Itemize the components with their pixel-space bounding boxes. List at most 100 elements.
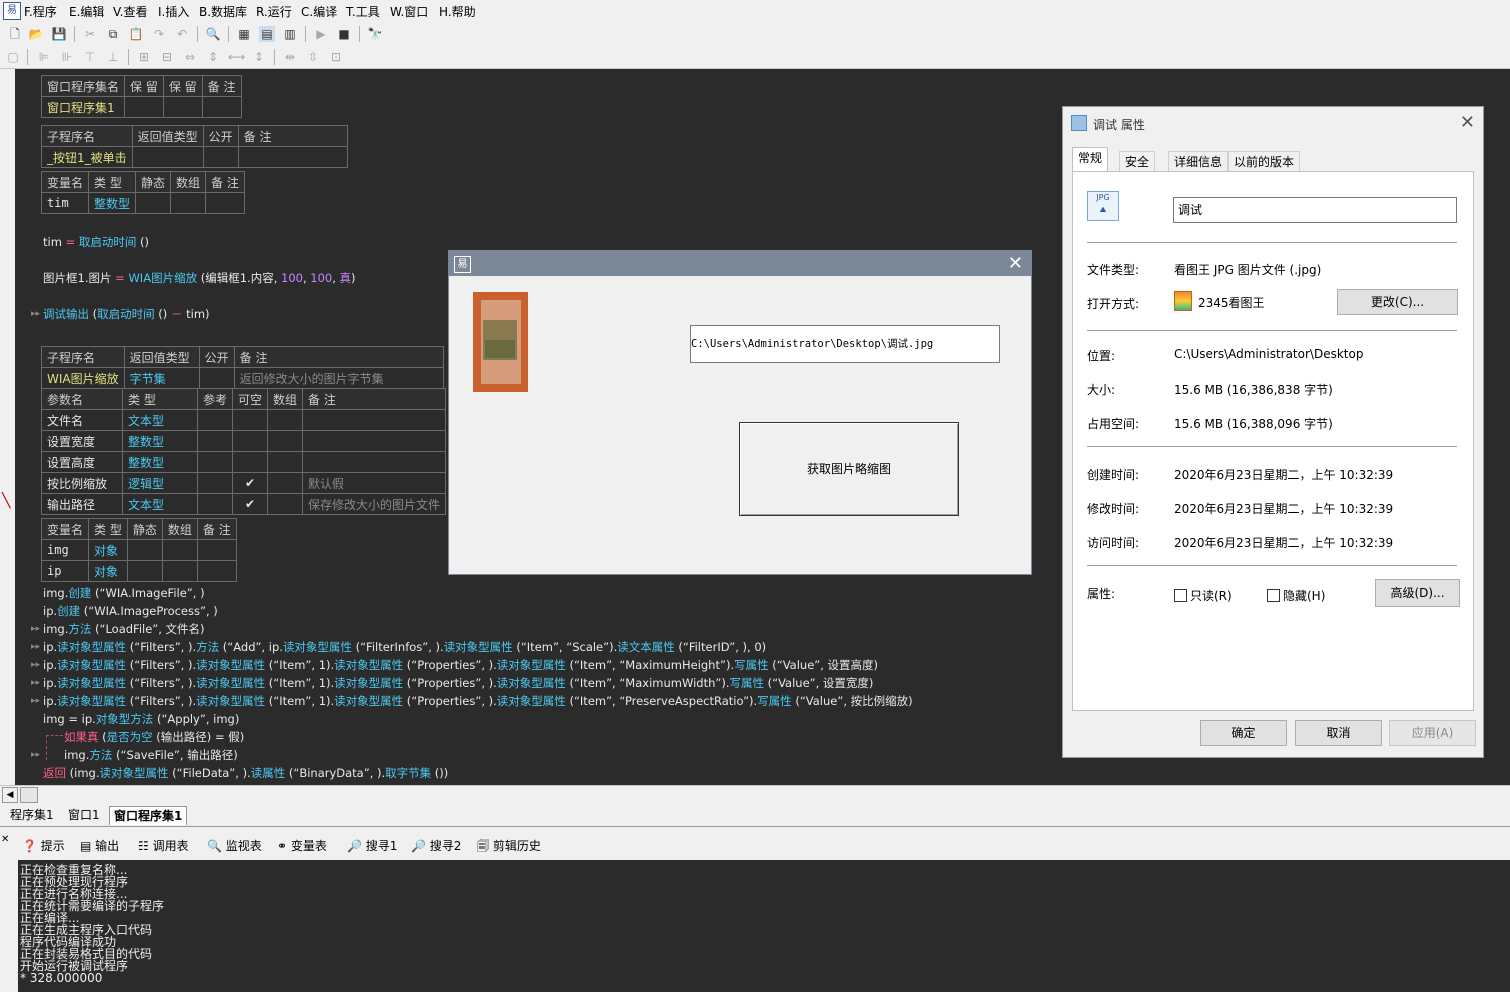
- save-icon[interactable]: 💾: [51, 26, 67, 42]
- menu-tools[interactable]: T.工具: [346, 3, 380, 20]
- sub-cell[interactable]: [237, 146, 348, 168]
- new-file-icon[interactable]: 🗋: [7, 26, 23, 42]
- var-cell[interactable]: [170, 192, 207, 214]
- center-h-icon[interactable]: ⊞: [136, 49, 152, 65]
- cancel-button[interactable]: 取消: [1295, 720, 1382, 746]
- layout-3-icon[interactable]: ▥: [282, 26, 298, 42]
- apply-button[interactable]: 应用(A): [1389, 720, 1476, 746]
- menu-insert[interactable]: I.插入: [158, 3, 189, 20]
- readonly-checkbox[interactable]: 只读(R): [1174, 587, 1232, 604]
- window-titlebar[interactable]: 易 ✕: [449, 251, 1031, 276]
- sub-cell[interactable]: [198, 367, 235, 389]
- var-name[interactable]: tim: [40, 192, 90, 214]
- code-line[interactable]: 如果真 (是否为空 (输出路径) = 假): [64, 729, 244, 745]
- fold-arrow-icon[interactable]: ▸▸: [31, 678, 40, 688]
- scroll-thumb[interactable]: [20, 787, 38, 803]
- code-line[interactable]: ip.读对象型属性 (“Filters”, ).方法 (“Add”, ip.读对…: [43, 639, 766, 655]
- code-line[interactable]: 调试输出 (取启动时间 () － tim): [43, 306, 210, 322]
- code-line[interactable]: ip.读对象型属性 (“Filters”, ).读对象型属性 (“Item”, …: [43, 657, 878, 673]
- code-line[interactable]: img.方法 (“SaveFile”, 输出路径): [64, 747, 238, 763]
- tab-call-stack[interactable]: ☷ 调用表: [138, 837, 189, 854]
- var-cell[interactable]: [135, 192, 172, 214]
- change-button[interactable]: 更改(C)...: [1337, 289, 1458, 315]
- var-cell[interactable]: [161, 560, 198, 582]
- tab-search2[interactable]: 🔎 搜寻2: [411, 837, 461, 854]
- param-cell[interactable]: [196, 472, 234, 494]
- menu-edit[interactable]: E.编辑: [69, 3, 104, 20]
- menu-compile[interactable]: C.编译: [301, 3, 337, 20]
- align-left-icon[interactable]: ⊫: [36, 49, 52, 65]
- cut-icon[interactable]: ✂: [82, 26, 98, 42]
- align-right-icon[interactable]: ⊪: [59, 49, 75, 65]
- fold-arrow-icon[interactable]: ▸▸: [31, 624, 40, 634]
- code-line[interactable]: img.方法 (“LoadFile”, 文件名): [43, 621, 205, 637]
- param-type[interactable]: 逻辑型: [122, 472, 198, 494]
- fold-arrow-icon[interactable]: ▸▸: [31, 750, 40, 760]
- param-type[interactable]: 整数型: [122, 430, 198, 452]
- param-cell[interactable]: [232, 451, 269, 473]
- space-h-icon[interactable]: ⟷: [228, 49, 245, 65]
- code-line[interactable]: tim = 取启动时间 (): [43, 234, 149, 250]
- breakpoint-marker-icon[interactable]: ╲: [2, 493, 10, 509]
- sub-name[interactable]: WIA图片缩放: [41, 367, 125, 389]
- tab-output[interactable]: ▤ 输出: [80, 837, 119, 854]
- menu-database[interactable]: B.数据库: [199, 3, 247, 20]
- open-folder-icon[interactable]: 📂: [28, 26, 44, 42]
- code-line[interactable]: ip.读对象型属性 (“Filters”, ).读对象型属性 (“Item”, …: [43, 675, 873, 691]
- tab-search1[interactable]: 🔎 搜寻1: [347, 837, 397, 854]
- same-height-icon[interactable]: ⇕: [205, 49, 221, 65]
- code-line[interactable]: img.创建 (“WIA.ImageFile”, ): [43, 585, 205, 601]
- panel-close-icon[interactable]: ✕: [1, 834, 9, 845]
- align-top-icon[interactable]: ⊤: [82, 49, 98, 65]
- align-bottom-icon[interactable]: ⊥: [105, 49, 121, 65]
- sub-cell[interactable]: [131, 146, 204, 168]
- tab-window-assembly1[interactable]: 窗口程序集1: [109, 806, 188, 825]
- param-cell[interactable]: [196, 493, 234, 515]
- var-cell[interactable]: [161, 539, 198, 561]
- center-v-icon[interactable]: ⊟: [159, 49, 175, 65]
- tab-window1[interactable]: 窗口1: [64, 806, 104, 824]
- var-cell[interactable]: [205, 192, 245, 214]
- menu-view[interactable]: V.查看: [113, 3, 147, 20]
- param-name[interactable]: 设置高度: [41, 451, 123, 473]
- nullable-check-icon[interactable]: ✔: [232, 493, 269, 515]
- tab-hint[interactable]: ❓ 提示: [22, 837, 65, 854]
- param-cell[interactable]: [267, 430, 304, 452]
- assembly-name[interactable]: 窗口程序集1: [40, 96, 126, 118]
- code-line[interactable]: 返回 (img.读对象型属性 (“FileData”, ).读属性 (“Bina…: [43, 765, 448, 781]
- nullable-check-icon[interactable]: ✔: [232, 472, 269, 494]
- advanced-button[interactable]: 高级(D)...: [1375, 579, 1460, 607]
- var-cell[interactable]: [196, 539, 237, 561]
- copy-icon[interactable]: ⧉: [105, 26, 121, 42]
- menu-window[interactable]: W.窗口: [390, 3, 428, 20]
- param-type[interactable]: 文本型: [122, 409, 198, 431]
- param-cell[interactable]: [267, 409, 304, 431]
- param-type[interactable]: 文本型: [122, 493, 198, 515]
- param-cell[interactable]: [196, 430, 234, 452]
- var-cell[interactable]: [196, 560, 237, 582]
- close-icon[interactable]: ✕: [1460, 112, 1475, 133]
- tab-general[interactable]: 常规: [1072, 147, 1109, 173]
- undo-icon[interactable]: ↶: [174, 26, 190, 42]
- tab-variables[interactable]: ⚭ 变量表: [277, 837, 327, 854]
- run-icon[interactable]: ▶: [313, 26, 329, 42]
- var-name[interactable]: img: [40, 539, 90, 561]
- assembly-cell[interactable]: [124, 96, 164, 118]
- grid-icon[interactable]: ▢: [5, 49, 21, 65]
- tab-details[interactable]: 详细信息: [1168, 151, 1229, 172]
- fold-arrow-icon[interactable]: ▸▸: [31, 309, 40, 319]
- same-size-icon[interactable]: ⊡: [328, 49, 344, 65]
- param-type[interactable]: 整数型: [122, 451, 198, 473]
- var-name[interactable]: ip: [40, 560, 90, 582]
- param-cell[interactable]: [196, 451, 234, 473]
- return-type[interactable]: 字节集: [123, 367, 200, 389]
- tab-security[interactable]: 安全: [1119, 151, 1156, 172]
- menu-help[interactable]: H.帮助: [439, 3, 476, 20]
- path-input[interactable]: C:\Users\Administrator\Desktop\调试.jpg: [690, 325, 1000, 363]
- param-cell[interactable]: [302, 409, 447, 431]
- close-icon[interactable]: ✕: [1008, 253, 1023, 274]
- filename-input[interactable]: 调试: [1173, 197, 1457, 223]
- param-cell[interactable]: [267, 472, 304, 494]
- param-cell[interactable]: [302, 451, 447, 473]
- layout-1-icon[interactable]: ▦: [236, 26, 252, 42]
